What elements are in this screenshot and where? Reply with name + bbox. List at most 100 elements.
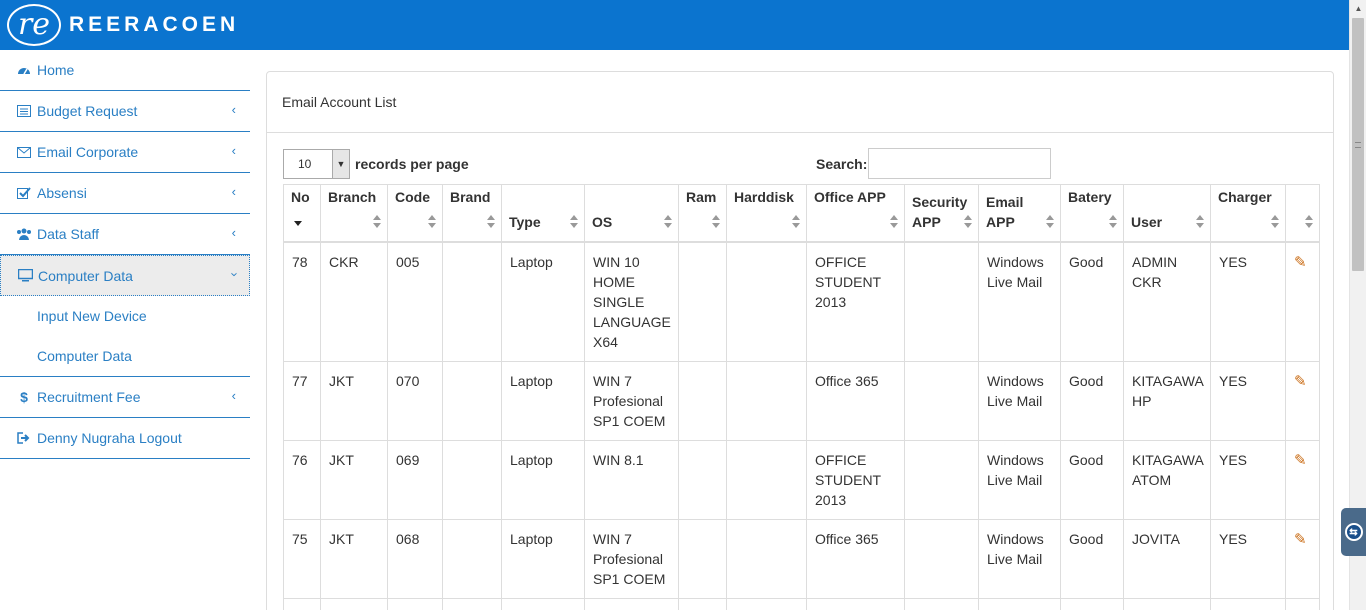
- cell-email: Windows: [978, 597, 1061, 610]
- sort-icon: [792, 214, 800, 229]
- cell-type: Laptop: [501, 597, 585, 610]
- cell-branch: JKT: [320, 360, 388, 441]
- sort-icon: [1109, 214, 1117, 229]
- cell-security: [904, 241, 979, 362]
- submenu-item-input-new-device[interactable]: Input New Device: [0, 296, 250, 336]
- sidebar-item-label: Denny Nugraha Logout: [37, 430, 182, 446]
- cell-type: Laptop: [501, 439, 585, 520]
- sort-icon: [1046, 214, 1054, 229]
- cell-type: Laptop: [501, 241, 585, 362]
- column-header-charger[interactable]: Charger: [1210, 184, 1286, 243]
- column-header-harddisk[interactable]: Harddisk: [726, 184, 807, 243]
- edit-pencil-icon[interactable]: ✎: [1294, 372, 1307, 392]
- cell-code: 005: [387, 241, 443, 362]
- cell-ram: [678, 439, 727, 520]
- sort-icon: [664, 214, 672, 229]
- column-header-brand[interactable]: Brand: [442, 184, 502, 243]
- cell-harddisk: [726, 518, 807, 599]
- cell-no: 78: [283, 241, 321, 362]
- remote-support-widget[interactable]: ⇆: [1341, 508, 1366, 556]
- sidebar-item-email-corporate[interactable]: Email Corporate ‹: [0, 132, 250, 173]
- column-header-user[interactable]: User: [1123, 184, 1211, 243]
- cell-ram: [678, 518, 727, 599]
- sidebar-item-budget-request[interactable]: Budget Request ‹: [0, 91, 250, 132]
- sidebar-item-label: Email Corporate: [37, 144, 139, 160]
- cell-office: Office 365: [806, 518, 905, 599]
- sort-icon: [890, 214, 898, 229]
- column-header-branch[interactable]: Branch: [320, 184, 388, 243]
- column-header-security-app[interactable]: Security APP: [904, 184, 979, 243]
- edit-pencil-icon[interactable]: ✎: [1294, 451, 1307, 471]
- sidebar-item-home[interactable]: Home: [0, 50, 250, 91]
- page-length-select[interactable]: 10 ▼: [283, 149, 350, 179]
- sort-desc-icon: [294, 215, 302, 229]
- sort-icon: [428, 214, 436, 229]
- sidebar-item-data-staff[interactable]: Data Staff ‹: [0, 214, 250, 255]
- check-square-icon: [16, 186, 32, 200]
- sort-icon: [487, 214, 495, 229]
- envelope-icon: [16, 145, 32, 159]
- chevron-down-icon: ‹: [225, 272, 241, 277]
- cell-user: KITAGAWA ATOM: [1123, 439, 1211, 520]
- cell-office: OFFICE STUDENT 2013: [806, 241, 905, 362]
- cell-user: ADMIN CKR: [1123, 241, 1211, 362]
- column-header-ram[interactable]: Ram: [678, 184, 727, 243]
- cell-email: Windows Live Mail: [978, 518, 1061, 599]
- cell-security: [904, 597, 979, 610]
- cell-harddisk: [726, 597, 807, 610]
- sort-icon: [1196, 214, 1204, 229]
- column-header-type[interactable]: Type: [501, 184, 585, 243]
- cell-email: Windows Live Mail: [978, 241, 1061, 362]
- scroll-up-arrow-icon[interactable]: ▲: [1350, 0, 1366, 17]
- sidebar-item-label: Absensi: [37, 185, 87, 201]
- cell-brand: [442, 439, 502, 520]
- cell-no: 75: [283, 518, 321, 599]
- sidebar: Home Budget Request ‹ Email Corporate ‹ …: [0, 50, 250, 610]
- search-input[interactable]: [868, 148, 1051, 179]
- column-header-no[interactable]: No: [283, 184, 321, 243]
- edit-pencil-icon[interactable]: ✎: [1294, 530, 1307, 550]
- cell-actions: ✎: [1285, 518, 1320, 599]
- cell-batery: Good: [1060, 518, 1124, 599]
- column-header-office-app[interactable]: Office APP: [806, 184, 905, 243]
- cell-actions: ✎: [1285, 360, 1320, 441]
- sidebar-item-label: Home: [37, 62, 75, 78]
- sidebar-item-recruitment-fee[interactable]: $ Recruitment Fee ‹: [0, 377, 250, 418]
- cell-branch: JKT: [320, 518, 388, 599]
- cell-os: WIN 10: [584, 597, 679, 610]
- column-header-batery[interactable]: Batery: [1060, 184, 1124, 243]
- column-header-email-app[interactable]: Email APP: [978, 184, 1061, 243]
- sidebar-item-logout[interactable]: Denny Nugraha Logout: [0, 418, 250, 459]
- cell-actions: ✎: [1285, 597, 1320, 610]
- cell-user: ERIC: [1123, 597, 1211, 610]
- cell-no: 76: [283, 439, 321, 520]
- cell-batery: Good: [1060, 360, 1124, 441]
- cell-no: 74: [283, 597, 321, 610]
- scrollbar-thumb[interactable]: [1352, 18, 1364, 271]
- search-label: Search:: [816, 156, 868, 172]
- cell-harddisk: [726, 439, 807, 520]
- sort-icon: [1271, 214, 1279, 229]
- column-header-actions[interactable]: [1285, 184, 1320, 243]
- cell-email: Windows Live Mail: [978, 360, 1061, 441]
- edit-pencil-icon[interactable]: ✎: [1294, 253, 1307, 273]
- cell-branch: JKT: [320, 439, 388, 520]
- cell-branch: CKR: [320, 241, 388, 362]
- column-header-code[interactable]: Code: [387, 184, 443, 243]
- cell-os: WIN 7 Profesional SP1 COEM: [584, 518, 679, 599]
- cell-actions: ✎: [1285, 241, 1320, 362]
- email-account-panel: Email Account List 10 ▼ records per page…: [266, 71, 1334, 610]
- table-header-row: No Branch Code Brand Type OS Ram Harddis…: [283, 184, 1320, 243]
- submenu-item-computer-data[interactable]: Computer Data: [0, 336, 250, 376]
- column-header-os[interactable]: OS: [584, 184, 679, 243]
- cell-office: OFFICE STUDENT 2013: [806, 439, 905, 520]
- cell-code: 070: [387, 360, 443, 441]
- table-row: 78 CKR 005 Laptop WIN 10 HOME SINGLE LANGUAG…: [283, 241, 1320, 362]
- sidebar-item-computer-data[interactable]: Computer Data ‹: [0, 255, 250, 296]
- sidebar-item-absensi[interactable]: Absensi ‹: [0, 173, 250, 214]
- cell-code: 068: [387, 518, 443, 599]
- cell-charger: YES: [1210, 597, 1286, 610]
- page-length-value: 10: [298, 157, 312, 171]
- sidebar-item-label: Budget Request: [37, 103, 138, 119]
- brand-logo[interactable]: re REERACOEN: [0, 0, 250, 50]
